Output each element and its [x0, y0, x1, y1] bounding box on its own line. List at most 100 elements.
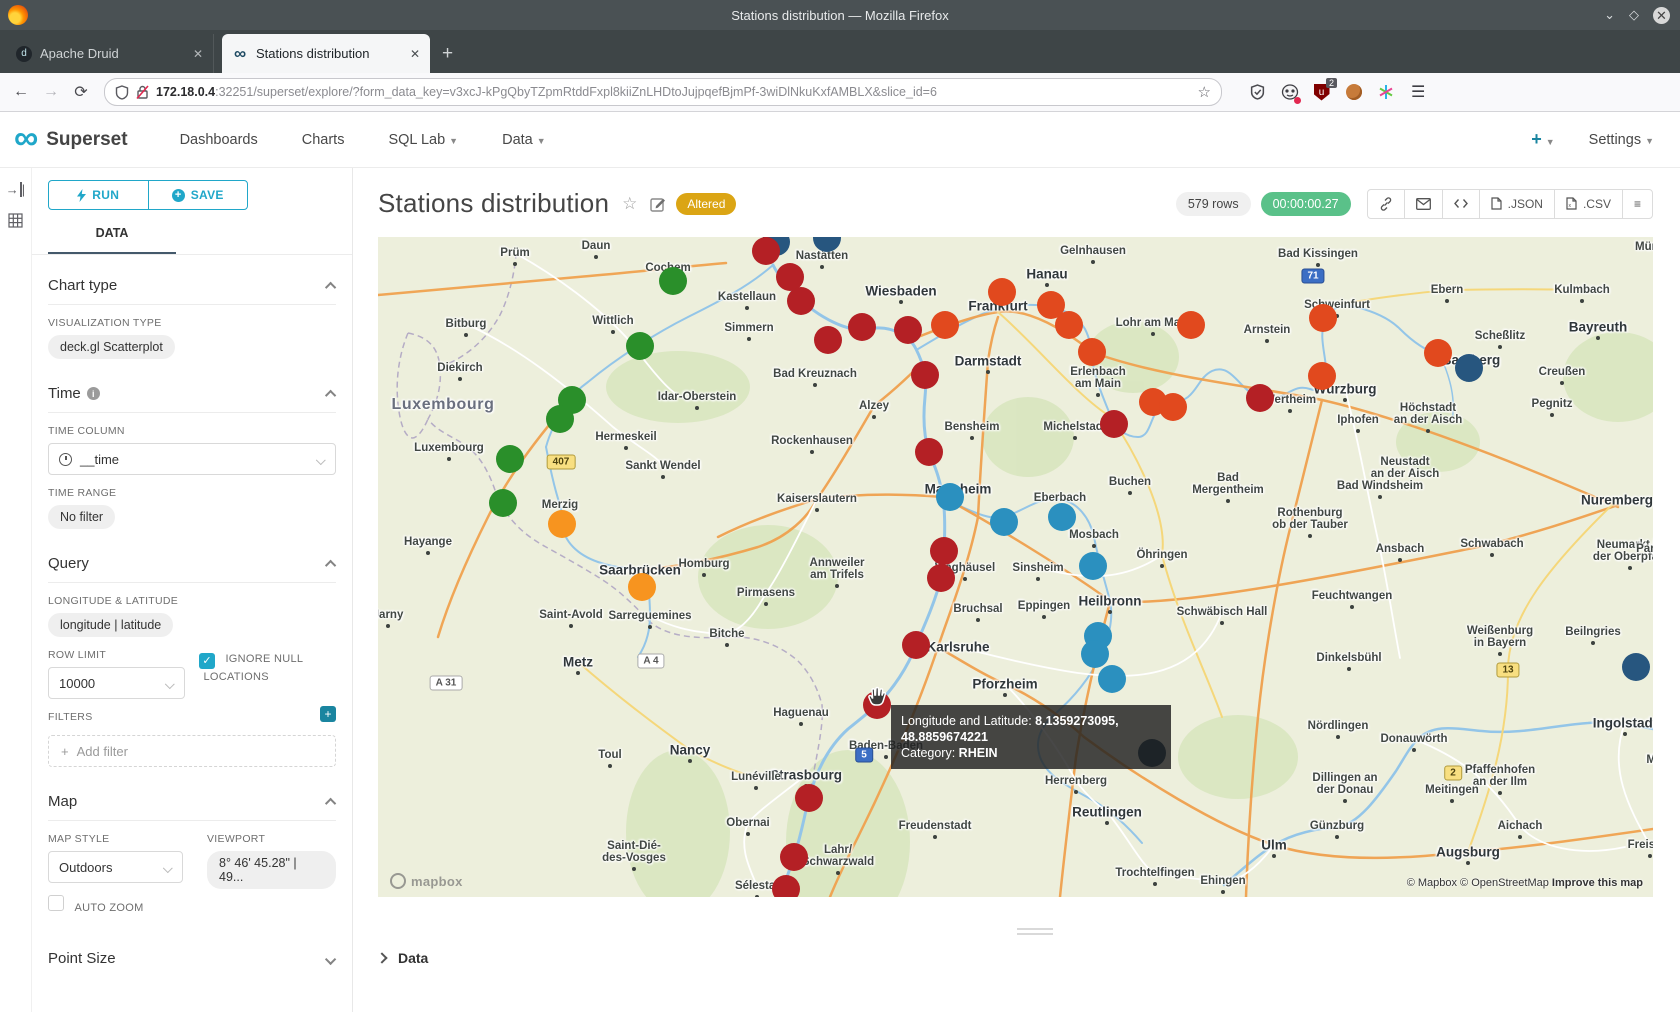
lonlat-value[interactable]: longitude | latitude: [48, 613, 173, 637]
scatter-point-crimson[interactable]: [902, 631, 930, 659]
scatter-point-verm[interactable]: [931, 311, 959, 339]
scatter-point-green[interactable]: [546, 405, 574, 433]
panel-drag-handle[interactable]: [1017, 928, 1053, 938]
scatter-point-green[interactable]: [659, 267, 687, 295]
multi-account-mask-icon[interactable]: [1280, 83, 1299, 102]
scatter-point-crimson[interactable]: [1100, 410, 1128, 438]
scatter-point-verm[interactable]: [1177, 311, 1205, 339]
map-style-select[interactable]: Outdoors: [48, 851, 183, 883]
scatter-point-verm[interactable]: [1308, 362, 1336, 390]
auto-zoom-checkbox[interactable]: [48, 895, 64, 911]
scatter-point-crimson[interactable]: [930, 537, 958, 565]
scatter-point-blue[interactable]: [1098, 665, 1126, 693]
chart-menu-button[interactable]: ≡: [1623, 190, 1652, 218]
row-limit-select[interactable]: 10000: [48, 667, 185, 699]
cookie-extension-icon[interactable]: [1344, 83, 1363, 102]
time-range-value[interactable]: No filter: [48, 505, 115, 529]
embed-code-button[interactable]: [1443, 190, 1480, 218]
ublock-icon[interactable]: u 2: [1312, 83, 1331, 102]
colorful-extension-icon[interactable]: [1376, 83, 1395, 102]
data-panel-toggle[interactable]: Data: [378, 950, 428, 966]
scatter-point-verm[interactable]: [988, 278, 1016, 306]
scatter-point-verm[interactable]: [1078, 338, 1106, 366]
section-time[interactable]: Time i: [48, 377, 336, 412]
scatter-point-blue[interactable]: [936, 483, 964, 511]
shield-permissions-icon[interactable]: [115, 85, 129, 100]
superset-brand[interactable]: Superset: [46, 129, 127, 151]
time-column-select[interactable]: __time: [48, 443, 336, 475]
scatter-point-crimson[interactable]: [911, 361, 939, 389]
back-button[interactable]: ←: [6, 83, 36, 101]
section-query[interactable]: Query: [48, 547, 336, 582]
menu-hamburger-icon[interactable]: ☰: [1411, 82, 1425, 102]
scatter-point-crimson[interactable]: [787, 287, 815, 315]
scatter-point-crimson[interactable]: [915, 438, 943, 466]
new-tab-button[interactable]: +: [442, 43, 453, 73]
mapbox-logo[interactable]: mapbox: [390, 873, 463, 889]
window-close-icon[interactable]: ✕: [1653, 7, 1670, 24]
scatter-point-orange[interactable]: [628, 573, 656, 601]
tab-close-icon[interactable]: ✕: [410, 47, 420, 61]
window-minimize-icon[interactable]: ⌄: [1604, 7, 1615, 23]
scatter-point-crimson[interactable]: [894, 316, 922, 344]
scatter-point-crimson[interactable]: [927, 564, 955, 592]
insecure-lock-icon[interactable]: [136, 85, 149, 100]
url-bar[interactable]: 172.18.0.4:32251/superset/explore/?form_…: [104, 78, 1222, 106]
viz-type-value[interactable]: deck.gl Scatterplot: [48, 335, 175, 359]
scatter-point-green[interactable]: [626, 332, 654, 360]
scatter-point-verm[interactable]: [1424, 339, 1452, 367]
copy-link-button[interactable]: [1368, 190, 1405, 218]
improve-map-link[interactable]: Improve this map: [1552, 877, 1643, 889]
scatter-point-crimson[interactable]: [772, 875, 800, 897]
scatter-point-blue[interactable]: [1048, 503, 1076, 531]
scatter-point-navy[interactable]: [1622, 653, 1650, 681]
scatter-point-verm[interactable]: [1055, 311, 1083, 339]
settings-menu[interactable]: Settings▼: [1589, 132, 1654, 148]
section-point-size[interactable]: Point Size: [48, 942, 336, 977]
email-button[interactable]: [1405, 190, 1443, 218]
scatter-point-blue[interactable]: [1079, 552, 1107, 580]
scatter-point-green[interactable]: [496, 445, 524, 473]
scatter-point-crimson[interactable]: [795, 784, 823, 812]
nav-sql-lab[interactable]: SQL Lab▼: [388, 132, 458, 148]
scatter-point-crimson[interactable]: [1246, 384, 1274, 412]
add-new-button[interactable]: +▼: [1531, 129, 1554, 150]
scatter-point-verm[interactable]: [1159, 393, 1187, 421]
forward-button[interactable]: →: [36, 83, 66, 101]
section-map[interactable]: Map: [48, 785, 336, 820]
scatter-point-crimson[interactable]: [752, 237, 780, 265]
export-csv-button[interactable]: x .CSV: [1555, 190, 1623, 218]
tab-stations-distribution[interactable]: ∞ Stations distribution ✕: [222, 34, 430, 73]
window-maximize-icon[interactable]: ◇: [1629, 7, 1639, 23]
viewport-value[interactable]: 8° 46' 45.28" | 49...: [207, 851, 336, 889]
superset-logo-icon[interactable]: ∞: [14, 121, 38, 155]
tab-data[interactable]: DATA: [48, 226, 176, 254]
scatter-point-blue[interactable]: [1081, 640, 1109, 668]
tab-apache-druid[interactable]: d Apache Druid ✕: [6, 34, 214, 73]
section-chart-type[interactable]: Chart type: [48, 269, 336, 304]
bookmark-star-icon[interactable]: ☆: [1198, 83, 1211, 101]
scatter-point-green[interactable]: [489, 489, 517, 517]
expand-panel-icon[interactable]: →|: [6, 182, 25, 197]
save-button[interactable]: + SAVE: [149, 181, 248, 209]
scatter-point-orange[interactable]: [548, 510, 576, 538]
add-filter-plus-button[interactable]: +: [320, 706, 336, 722]
nav-dashboards[interactable]: Dashboards: [180, 132, 258, 148]
nav-data[interactable]: Data▼: [502, 132, 546, 148]
scatter-point-navy[interactable]: [1455, 354, 1483, 382]
export-json-button[interactable]: .JSON: [1480, 190, 1555, 218]
run-button[interactable]: RUN: [49, 181, 149, 209]
scatter-point-blue[interactable]: [990, 508, 1018, 536]
scatter-point-verm[interactable]: [1309, 304, 1337, 332]
edit-properties-icon[interactable]: [650, 196, 666, 212]
map-attribution[interactable]: © Mapbox © OpenStreetMap Improve this ma…: [1407, 877, 1643, 889]
scatter-point-crimson[interactable]: [780, 843, 808, 871]
nav-charts[interactable]: Charts: [302, 132, 345, 148]
favorite-star-icon[interactable]: ☆: [622, 194, 637, 214]
pocket-shield-icon[interactable]: [1248, 83, 1267, 102]
scatter-point-crimson[interactable]: [814, 326, 842, 354]
dataset-grid-icon[interactable]: [8, 213, 23, 228]
deckgl-map[interactable]: Longitude and Latitude: 8.1359273095, 48…: [378, 237, 1653, 897]
ignore-null-checkbox[interactable]: ✓: [199, 653, 215, 669]
tab-close-icon[interactable]: ✕: [193, 47, 203, 61]
